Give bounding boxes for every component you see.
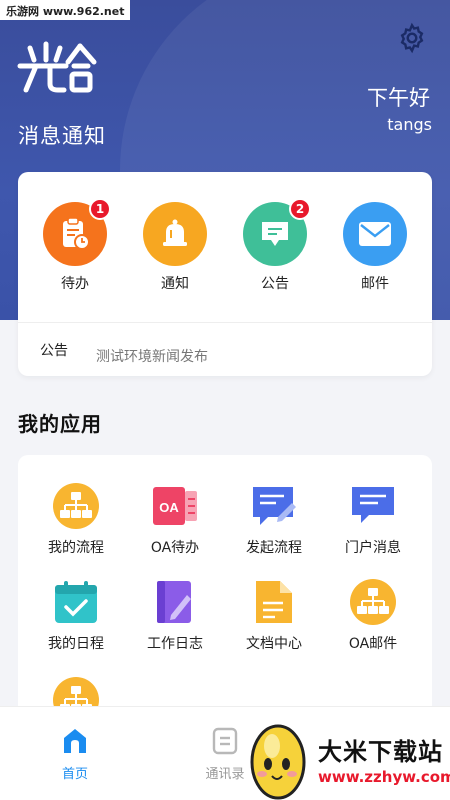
- quick-action-mail[interactable]: 邮件: [335, 202, 415, 293]
- quick-action-label: 通知: [161, 276, 189, 292]
- greeting-text: 下午好: [367, 86, 430, 110]
- app-label: OA邮件: [348, 636, 398, 652]
- todo-badge: 1: [89, 198, 111, 220]
- watermark-top: 乐游网 www.962.net: [0, 0, 131, 20]
- app-oa-todo[interactable]: OA OA待办: [125, 481, 225, 557]
- app-label: 工作日志: [147, 636, 203, 652]
- journal-edit-icon: [150, 577, 200, 627]
- watermark-url: www.zzhyw.com: [318, 768, 450, 786]
- app-label: 我的日程: [48, 636, 104, 652]
- app-start-process[interactable]: 发起流程: [224, 481, 324, 557]
- app-label: 门户消息: [345, 540, 401, 556]
- app-label: 我的流程: [48, 540, 104, 556]
- app-work-log[interactable]: 工作日志: [125, 577, 225, 653]
- quick-action-label: 公告: [261, 276, 289, 292]
- org-chart-icon: [348, 577, 398, 627]
- document-icon: [249, 577, 299, 627]
- app-label: 发起流程: [246, 540, 302, 556]
- tab-home[interactable]: 首页: [35, 727, 115, 782]
- message-bubble-icon: 2: [243, 198, 311, 266]
- card-divider: [18, 322, 432, 323]
- quick-action-notice[interactable]: 通知: [135, 202, 215, 293]
- quick-action-announcement[interactable]: 2 公告: [235, 198, 315, 293]
- app-portal-messages[interactable]: 门户消息: [323, 481, 423, 557]
- home-icon: [64, 729, 86, 753]
- contacts-book-icon: [212, 727, 238, 755]
- app-document-center[interactable]: 文档中心: [224, 577, 324, 653]
- mail-icon: [343, 202, 407, 266]
- oa-icon: OA: [150, 481, 200, 531]
- announcement-badge: 2: [289, 198, 311, 220]
- quick-action-label: 邮件: [361, 276, 389, 292]
- apps-card: 我的流程 OA OA待办 发起流程 门户消息 我的日程 工作日志 文档中心 OA…: [18, 455, 432, 715]
- tab-home-label: 首页: [61, 767, 88, 782]
- clipboard-clock-icon: 1: [43, 198, 111, 266]
- app-my-schedule[interactable]: 我的日程: [26, 577, 126, 653]
- username-text: tangs: [387, 115, 432, 134]
- svg-text:OA: OA: [159, 500, 179, 515]
- bell-icon: [143, 202, 207, 266]
- watermark-brand: 大米下载站: [318, 738, 443, 766]
- app-label: OA待办: [150, 540, 200, 556]
- calendar-check-icon: [51, 577, 101, 627]
- notice-headline[interactable]: 测试环境新闻发布: [96, 346, 208, 366]
- message-icon: [348, 481, 398, 531]
- quick-action-label: 待办: [61, 276, 89, 292]
- quick-action-todo[interactable]: 1 待办: [35, 198, 115, 293]
- page-subtitle: 消息通知: [18, 124, 106, 148]
- edit-document-icon: [249, 481, 299, 531]
- apps-section-title: 我的应用: [18, 412, 102, 436]
- quick-actions-card: 1 待办 通知 2 公告 邮件 公告 测试环境新闻发布: [18, 172, 432, 376]
- settings-gear-icon[interactable]: [396, 22, 428, 54]
- app-my-process[interactable]: 我的流程: [26, 481, 126, 557]
- app-label: 文档中心: [246, 636, 302, 652]
- org-chart-icon: [51, 481, 101, 531]
- app-oa-mail[interactable]: OA邮件: [323, 577, 423, 653]
- guanghe-logo: [17, 41, 97, 93]
- notice-label: 公告: [40, 343, 68, 359]
